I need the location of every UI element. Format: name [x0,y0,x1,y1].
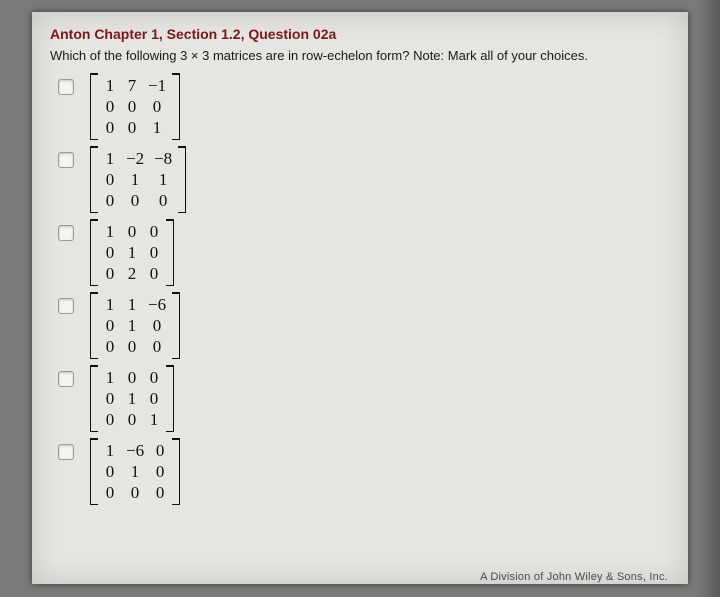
matrix-cell: 0 [157,192,169,209]
bracket-left-icon [90,292,98,359]
matrix-4: 1 0 0 0 1 0 0 0 1 [90,365,174,432]
matrix-cell: 0 [154,442,166,459]
matrix-cell: 0 [104,192,116,209]
matrix-cell: 0 [148,223,160,240]
bracket-right-icon [166,365,174,432]
matrix-cell: 0 [129,192,141,209]
bracket-left-icon [90,219,98,286]
matrix-5: 1 −6 0 0 1 0 0 0 0 [90,438,180,505]
matrix-grid: 1 −2 −8 0 1 1 0 0 0 [98,146,178,213]
checkbox-3[interactable] [58,298,74,314]
matrix-cell: 0 [148,390,160,407]
matrix-cell: 1 [104,369,116,386]
matrix-cell: 0 [148,244,160,261]
matrix-cell: 0 [104,463,116,480]
matrix-cell: 0 [126,98,138,115]
option-0: 1 7 −1 0 0 0 0 0 1 [58,73,670,140]
checkbox-2[interactable] [58,225,74,241]
matrix-cell: 0 [151,317,163,334]
matrix-cell: 0 [126,223,138,240]
matrix-cell: 1 [104,296,116,313]
matrix-cell: 7 [126,77,138,94]
matrix-grid: 1 7 −1 0 0 0 0 0 1 [98,73,172,140]
matrix-cell: 0 [104,411,116,428]
options-list: 1 7 −1 0 0 0 0 0 1 1 −2 [50,73,670,505]
matrix-cell: 0 [129,484,141,501]
matrix-cell: 0 [104,390,116,407]
matrix-cell: 0 [104,484,116,501]
bracket-right-icon [166,219,174,286]
bracket-right-icon [178,146,186,213]
checkbox-0[interactable] [58,79,74,95]
matrix-cell: 0 [126,369,138,386]
question-page: Anton Chapter 1, Section 1.2, Question 0… [32,12,688,584]
matrix-cell: −6 [126,442,144,459]
matrix-cell: 0 [126,338,138,355]
matrix-grid: 1 0 0 0 1 0 0 0 1 [98,365,166,432]
matrix-cell: 1 [126,244,138,261]
matrix-cell: 0 [126,411,138,428]
matrix-3: 1 1 −6 0 1 0 0 0 0 [90,292,180,359]
matrix-cell: 0 [104,244,116,261]
matrix-cell: −1 [148,77,166,94]
matrix-cell: 1 [126,296,138,313]
matrix-grid: 1 −6 0 0 1 0 0 0 0 [98,438,172,505]
bracket-left-icon [90,73,98,140]
question-text: Which of the following 3 × 3 matrices ar… [50,48,670,63]
matrix-2: 1 0 0 0 1 0 0 2 0 [90,219,174,286]
bracket-left-icon [90,365,98,432]
option-4: 1 0 0 0 1 0 0 0 1 [58,365,670,432]
option-5: 1 −6 0 0 1 0 0 0 0 [58,438,670,505]
checkbox-1[interactable] [58,152,74,168]
matrix-cell: 1 [151,119,163,136]
matrix-cell: 0 [104,171,116,188]
matrix-0: 1 7 −1 0 0 0 0 0 1 [90,73,180,140]
matrix-cell: 1 [148,411,160,428]
matrix-cell: 0 [104,98,116,115]
option-2: 1 0 0 0 1 0 0 2 0 [58,219,670,286]
bracket-left-icon [90,146,98,213]
matrix-cell: 1 [129,171,141,188]
matrix-cell: 0 [151,98,163,115]
bracket-right-icon [172,73,180,140]
matrix-cell: 0 [104,265,116,282]
matrix-cell: −6 [148,296,166,313]
option-3: 1 1 −6 0 1 0 0 0 0 [58,292,670,359]
matrix-cell: −8 [154,150,172,167]
matrix-1: 1 −2 −8 0 1 1 0 0 0 [90,146,186,213]
bracket-left-icon [90,438,98,505]
matrix-cell: −2 [126,150,144,167]
bracket-right-icon [172,438,180,505]
matrix-cell: 1 [157,171,169,188]
matrix-cell: 0 [104,338,116,355]
matrix-cell: 1 [104,77,116,94]
matrix-cell: 1 [126,317,138,334]
footer-text: A Division of John Wiley & Sons, Inc. [480,571,668,583]
matrix-cell: 0 [126,119,138,136]
matrix-grid: 1 0 0 0 1 0 0 2 0 [98,219,166,286]
matrix-cell: 0 [104,317,116,334]
matrix-cell: 2 [126,265,138,282]
question-title: Anton Chapter 1, Section 1.2, Question 0… [50,26,670,42]
matrix-cell: 0 [154,463,166,480]
matrix-cell: 0 [154,484,166,501]
checkbox-5[interactable] [58,444,74,460]
window-edge [698,0,720,597]
matrix-cell: 1 [104,223,116,240]
matrix-cell: 0 [148,369,160,386]
matrix-cell: 0 [151,338,163,355]
option-1: 1 −2 −8 0 1 1 0 0 0 [58,146,670,213]
matrix-cell: 0 [104,119,116,136]
matrix-cell: 1 [104,442,116,459]
matrix-grid: 1 1 −6 0 1 0 0 0 0 [98,292,172,359]
matrix-cell: 0 [148,265,160,282]
matrix-cell: 1 [126,390,138,407]
bracket-right-icon [172,292,180,359]
matrix-cell: 1 [104,150,116,167]
matrix-cell: 1 [129,463,141,480]
checkbox-4[interactable] [58,371,74,387]
